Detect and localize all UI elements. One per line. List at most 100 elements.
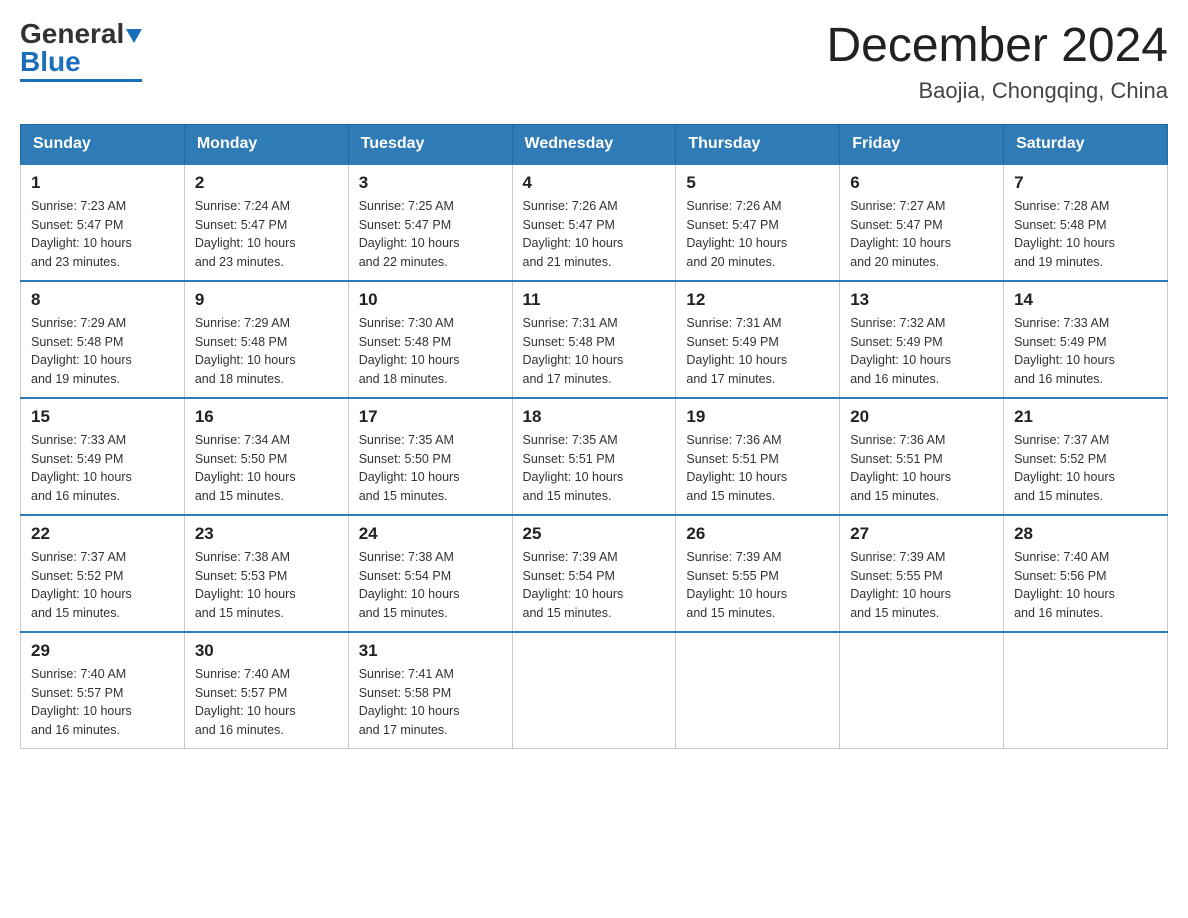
calendar-cell	[1004, 632, 1168, 749]
calendar-cell: 13 Sunrise: 7:32 AM Sunset: 5:49 PM Dayl…	[840, 281, 1004, 398]
day-number: 27	[850, 524, 993, 544]
day-number: 13	[850, 290, 993, 310]
header-row: Sunday Monday Tuesday Wednesday Thursday…	[21, 124, 1168, 164]
day-info: Sunrise: 7:27 AM Sunset: 5:47 PM Dayligh…	[850, 197, 993, 272]
day-info: Sunrise: 7:36 AM Sunset: 5:51 PM Dayligh…	[850, 431, 993, 506]
day-info: Sunrise: 7:35 AM Sunset: 5:50 PM Dayligh…	[359, 431, 502, 506]
day-number: 20	[850, 407, 993, 427]
week-row-3: 15 Sunrise: 7:33 AM Sunset: 5:49 PM Dayl…	[21, 398, 1168, 515]
calendar-subtitle: Baojia, Chongqing, China	[826, 78, 1168, 104]
day-info: Sunrise: 7:40 AM Sunset: 5:57 PM Dayligh…	[31, 665, 174, 740]
day-info: Sunrise: 7:38 AM Sunset: 5:53 PM Dayligh…	[195, 548, 338, 623]
day-info: Sunrise: 7:39 AM Sunset: 5:55 PM Dayligh…	[850, 548, 993, 623]
calendar-cell: 27 Sunrise: 7:39 AM Sunset: 5:55 PM Dayl…	[840, 515, 1004, 632]
day-info: Sunrise: 7:40 AM Sunset: 5:57 PM Dayligh…	[195, 665, 338, 740]
calendar-cell: 10 Sunrise: 7:30 AM Sunset: 5:48 PM Dayl…	[348, 281, 512, 398]
calendar-cell: 28 Sunrise: 7:40 AM Sunset: 5:56 PM Dayl…	[1004, 515, 1168, 632]
day-number: 10	[359, 290, 502, 310]
day-info: Sunrise: 7:33 AM Sunset: 5:49 PM Dayligh…	[1014, 314, 1157, 389]
calendar-cell: 22 Sunrise: 7:37 AM Sunset: 5:52 PM Dayl…	[21, 515, 185, 632]
calendar-title: December 2024	[826, 20, 1168, 73]
calendar-table: Sunday Monday Tuesday Wednesday Thursday…	[20, 124, 1168, 749]
day-number: 5	[686, 173, 829, 193]
day-info: Sunrise: 7:37 AM Sunset: 5:52 PM Dayligh…	[31, 548, 174, 623]
day-number: 2	[195, 173, 338, 193]
week-row-1: 1 Sunrise: 7:23 AM Sunset: 5:47 PM Dayli…	[21, 164, 1168, 281]
week-row-5: 29 Sunrise: 7:40 AM Sunset: 5:57 PM Dayl…	[21, 632, 1168, 749]
day-number: 29	[31, 641, 174, 661]
week-row-4: 22 Sunrise: 7:37 AM Sunset: 5:52 PM Dayl…	[21, 515, 1168, 632]
calendar-cell	[676, 632, 840, 749]
day-number: 1	[31, 173, 174, 193]
day-number: 25	[523, 524, 666, 544]
calendar-cell	[840, 632, 1004, 749]
calendar-cell: 11 Sunrise: 7:31 AM Sunset: 5:48 PM Dayl…	[512, 281, 676, 398]
calendar-cell: 12 Sunrise: 7:31 AM Sunset: 5:49 PM Dayl…	[676, 281, 840, 398]
logo-text: GeneralBlue	[20, 20, 142, 76]
day-number: 16	[195, 407, 338, 427]
col-friday: Friday	[840, 124, 1004, 164]
day-number: 30	[195, 641, 338, 661]
logo-triangle-icon	[126, 29, 142, 43]
calendar-cell: 2 Sunrise: 7:24 AM Sunset: 5:47 PM Dayli…	[184, 164, 348, 281]
col-sunday: Sunday	[21, 124, 185, 164]
day-number: 23	[195, 524, 338, 544]
day-number: 3	[359, 173, 502, 193]
day-info: Sunrise: 7:25 AM Sunset: 5:47 PM Dayligh…	[359, 197, 502, 272]
day-number: 28	[1014, 524, 1157, 544]
col-tuesday: Tuesday	[348, 124, 512, 164]
logo-blue-text: Blue	[20, 46, 81, 77]
calendar-cell: 3 Sunrise: 7:25 AM Sunset: 5:47 PM Dayli…	[348, 164, 512, 281]
day-info: Sunrise: 7:31 AM Sunset: 5:48 PM Dayligh…	[523, 314, 666, 389]
calendar-cell: 18 Sunrise: 7:35 AM Sunset: 5:51 PM Dayl…	[512, 398, 676, 515]
calendar-cell: 15 Sunrise: 7:33 AM Sunset: 5:49 PM Dayl…	[21, 398, 185, 515]
day-info: Sunrise: 7:24 AM Sunset: 5:47 PM Dayligh…	[195, 197, 338, 272]
calendar-cell: 4 Sunrise: 7:26 AM Sunset: 5:47 PM Dayli…	[512, 164, 676, 281]
day-info: Sunrise: 7:26 AM Sunset: 5:47 PM Dayligh…	[523, 197, 666, 272]
day-info: Sunrise: 7:31 AM Sunset: 5:49 PM Dayligh…	[686, 314, 829, 389]
day-info: Sunrise: 7:38 AM Sunset: 5:54 PM Dayligh…	[359, 548, 502, 623]
day-info: Sunrise: 7:28 AM Sunset: 5:48 PM Dayligh…	[1014, 197, 1157, 272]
day-number: 19	[686, 407, 829, 427]
day-info: Sunrise: 7:36 AM Sunset: 5:51 PM Dayligh…	[686, 431, 829, 506]
day-info: Sunrise: 7:39 AM Sunset: 5:55 PM Dayligh…	[686, 548, 829, 623]
calendar-cell: 16 Sunrise: 7:34 AM Sunset: 5:50 PM Dayl…	[184, 398, 348, 515]
day-number: 6	[850, 173, 993, 193]
day-info: Sunrise: 7:35 AM Sunset: 5:51 PM Dayligh…	[523, 431, 666, 506]
calendar-cell: 7 Sunrise: 7:28 AM Sunset: 5:48 PM Dayli…	[1004, 164, 1168, 281]
logo-divider	[20, 79, 142, 82]
day-number: 8	[31, 290, 174, 310]
calendar-cell: 25 Sunrise: 7:39 AM Sunset: 5:54 PM Dayl…	[512, 515, 676, 632]
day-info: Sunrise: 7:33 AM Sunset: 5:49 PM Dayligh…	[31, 431, 174, 506]
day-number: 21	[1014, 407, 1157, 427]
day-number: 26	[686, 524, 829, 544]
calendar-cell: 19 Sunrise: 7:36 AM Sunset: 5:51 PM Dayl…	[676, 398, 840, 515]
day-number: 14	[1014, 290, 1157, 310]
day-info: Sunrise: 7:41 AM Sunset: 5:58 PM Dayligh…	[359, 665, 502, 740]
calendar-cell: 14 Sunrise: 7:33 AM Sunset: 5:49 PM Dayl…	[1004, 281, 1168, 398]
calendar-body: 1 Sunrise: 7:23 AM Sunset: 5:47 PM Dayli…	[21, 164, 1168, 749]
day-number: 24	[359, 524, 502, 544]
calendar-cell: 24 Sunrise: 7:38 AM Sunset: 5:54 PM Dayl…	[348, 515, 512, 632]
day-number: 22	[31, 524, 174, 544]
day-number: 18	[523, 407, 666, 427]
day-info: Sunrise: 7:29 AM Sunset: 5:48 PM Dayligh…	[31, 314, 174, 389]
col-thursday: Thursday	[676, 124, 840, 164]
day-number: 9	[195, 290, 338, 310]
col-saturday: Saturday	[1004, 124, 1168, 164]
day-info: Sunrise: 7:37 AM Sunset: 5:52 PM Dayligh…	[1014, 431, 1157, 506]
calendar-cell: 20 Sunrise: 7:36 AM Sunset: 5:51 PM Dayl…	[840, 398, 1004, 515]
calendar-cell: 8 Sunrise: 7:29 AM Sunset: 5:48 PM Dayli…	[21, 281, 185, 398]
day-number: 12	[686, 290, 829, 310]
calendar-cell: 26 Sunrise: 7:39 AM Sunset: 5:55 PM Dayl…	[676, 515, 840, 632]
day-number: 4	[523, 173, 666, 193]
logo: GeneralBlue	[20, 20, 142, 82]
calendar-cell: 31 Sunrise: 7:41 AM Sunset: 5:58 PM Dayl…	[348, 632, 512, 749]
title-section: December 2024 Baojia, Chongqing, China	[826, 20, 1168, 104]
day-number: 31	[359, 641, 502, 661]
calendar-cell: 17 Sunrise: 7:35 AM Sunset: 5:50 PM Dayl…	[348, 398, 512, 515]
day-info: Sunrise: 7:39 AM Sunset: 5:54 PM Dayligh…	[523, 548, 666, 623]
day-info: Sunrise: 7:40 AM Sunset: 5:56 PM Dayligh…	[1014, 548, 1157, 623]
day-info: Sunrise: 7:29 AM Sunset: 5:48 PM Dayligh…	[195, 314, 338, 389]
calendar-cell: 5 Sunrise: 7:26 AM Sunset: 5:47 PM Dayli…	[676, 164, 840, 281]
